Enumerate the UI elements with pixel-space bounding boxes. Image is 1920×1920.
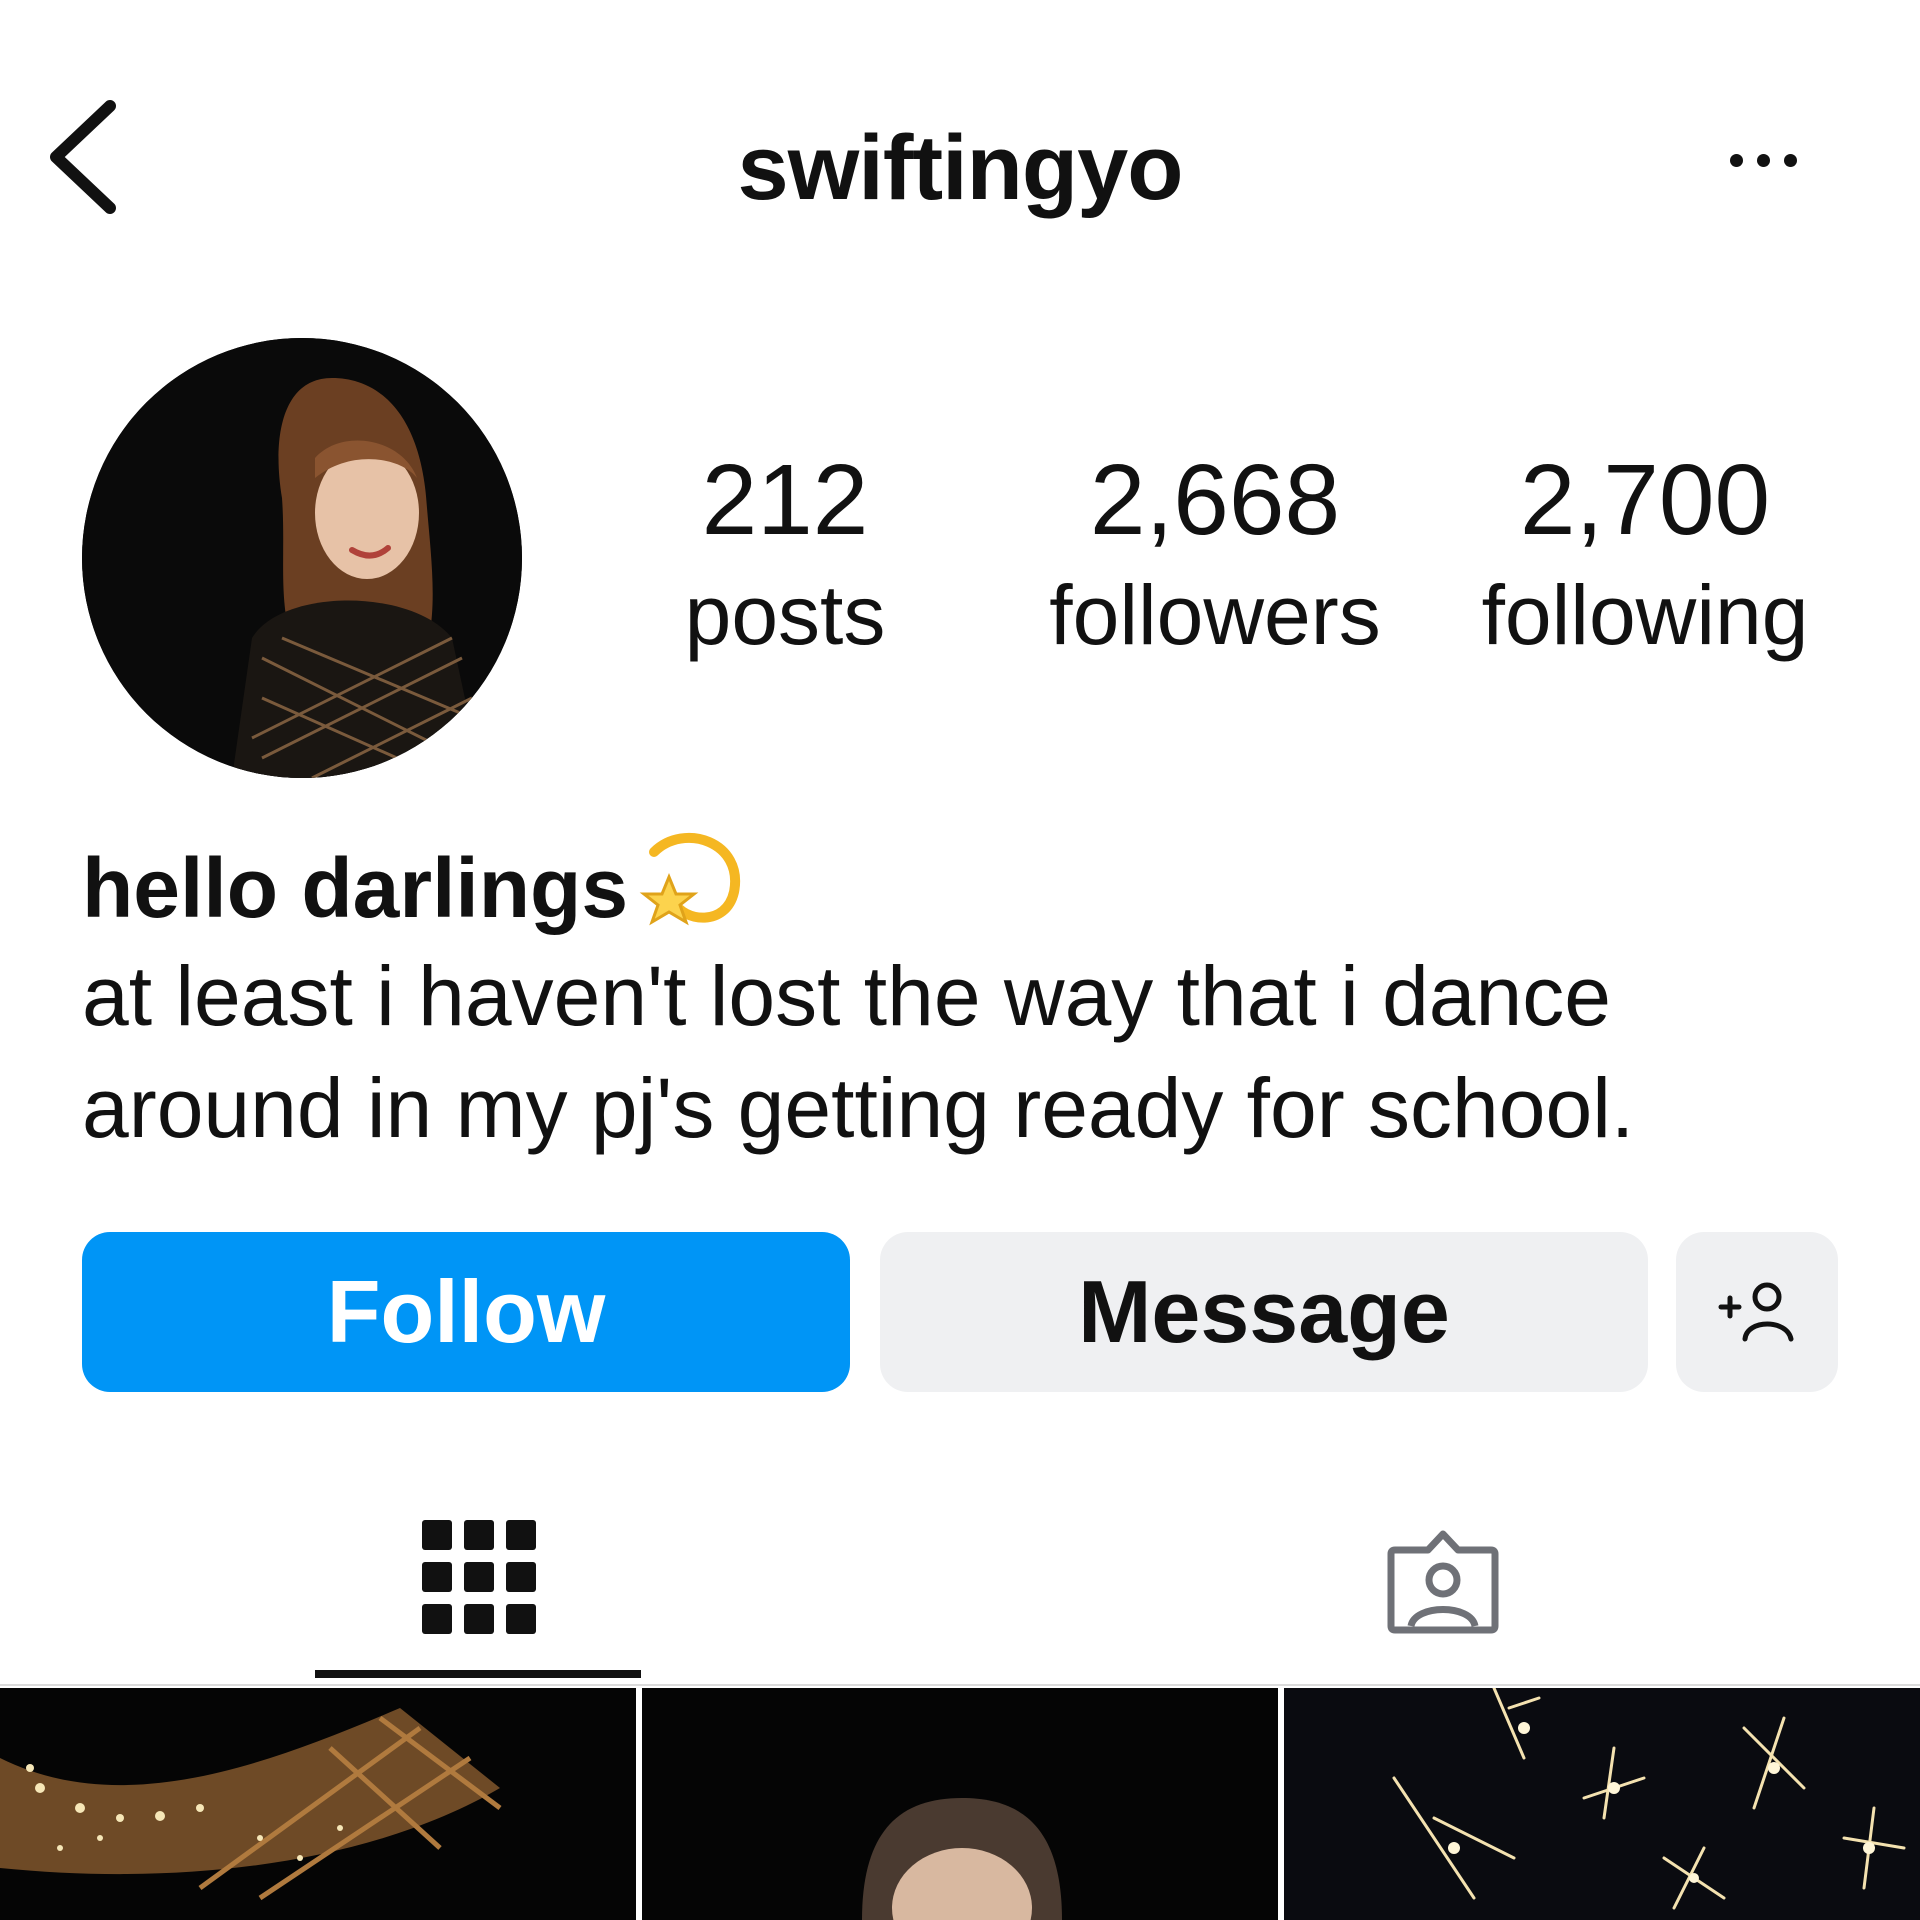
following-label: following [1481,568,1809,662]
bio-text-line-1: at least i haven't lost the way that i d… [82,949,1611,1043]
followers-label: followers [1049,568,1381,662]
bio-name: hello darlings [82,822,744,953]
post-thumbnail[interactable] [642,1688,1278,1920]
more-options-icon[interactable] [1730,140,1830,180]
posts-count: 212 [701,444,869,556]
active-tab-indicator [315,1670,641,1678]
stat-posts: 212 posts [565,445,1005,675]
bio-text-line-2: around in my pj's getting ready for scho… [82,1061,1635,1155]
add-person-icon [1718,1282,1794,1342]
dizzy-star-emoji-icon [634,822,744,953]
profile-username-title: swiftingyo [737,117,1184,219]
follow-button[interactable]: Follow [82,1232,850,1392]
stat-following[interactable]: 2,700 following [1425,445,1865,675]
tagged-person-icon [1387,1530,1499,1634]
tab-tagged[interactable] [1280,1490,1606,1675]
add-user-button[interactable] [1676,1232,1838,1392]
following-count: 2,700 [1519,444,1771,556]
stat-followers[interactable]: 2,668 followers [995,445,1435,675]
post-thumbnail[interactable] [0,1688,636,1920]
grid-icon [422,1520,536,1634]
post-thumbnail[interactable] [1284,1688,1920,1920]
posts-label: posts [684,568,886,662]
profile-avatar[interactable] [82,338,522,778]
followers-count: 2,668 [1089,444,1341,556]
tab-divider [0,1684,1920,1686]
tab-posts-grid[interactable] [316,1490,642,1675]
message-button[interactable]: Message [880,1232,1648,1392]
bio-name-text: hello darlings [82,840,629,935]
